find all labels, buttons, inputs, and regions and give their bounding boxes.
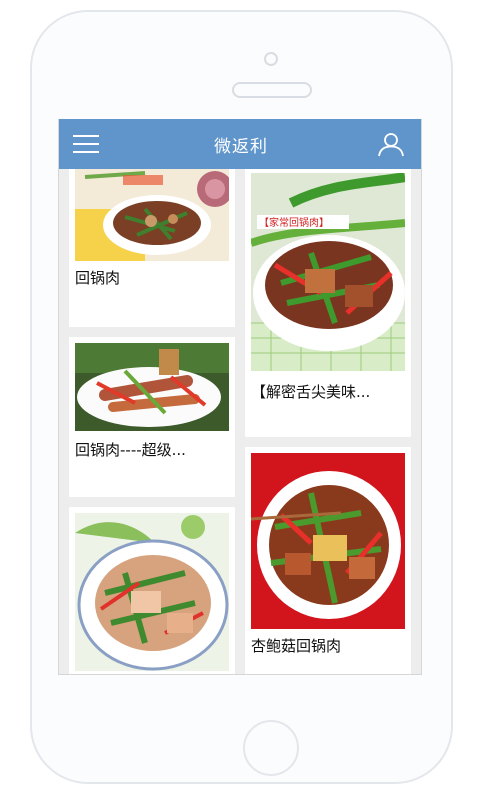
recipe-card-1[interactable]: 回锅肉 <box>69 169 235 327</box>
recipe-card-4[interactable]: 【家常回锅肉】 【解密舌尖美味... <box>245 169 411 437</box>
recipe-photo-2 <box>75 343 229 431</box>
recipe-title-5: 杏鲍菇回锅肉 <box>251 637 342 655</box>
image-caption: 【家常回锅肉】 <box>259 216 329 229</box>
recipe-title-1: 回锅肉 <box>75 269 121 287</box>
camera-dot <box>264 52 278 66</box>
recipe-title-4: 【解密舌尖美味... <box>251 383 371 401</box>
recipe-photo-1 <box>75 169 229 261</box>
recipe-card-2[interactable]: 回锅肉----超级... <box>69 337 235 497</box>
recipe-card-3[interactable] <box>69 507 235 674</box>
recipe-photo-4: 【家常回锅肉】 <box>251 173 405 371</box>
recipe-title-2: 回锅肉----超级... <box>75 441 186 459</box>
user-icon[interactable] <box>377 131 405 157</box>
recipe-photo-5 <box>251 453 405 629</box>
app-screen: 微返利 回锅肉 回锅肉----超级... 【家常回锅肉】 【解密舌尖美味... … <box>58 119 422 675</box>
recipe-photo-3 <box>75 513 229 671</box>
home-button[interactable] <box>243 720 299 776</box>
recipe-card-5[interactable]: 杏鲍菇回锅肉 <box>245 447 411 674</box>
speaker-grille <box>232 82 312 98</box>
app-title: 微返利 <box>214 137 268 157</box>
top-app-bar: 微返利 <box>59 119 421 169</box>
